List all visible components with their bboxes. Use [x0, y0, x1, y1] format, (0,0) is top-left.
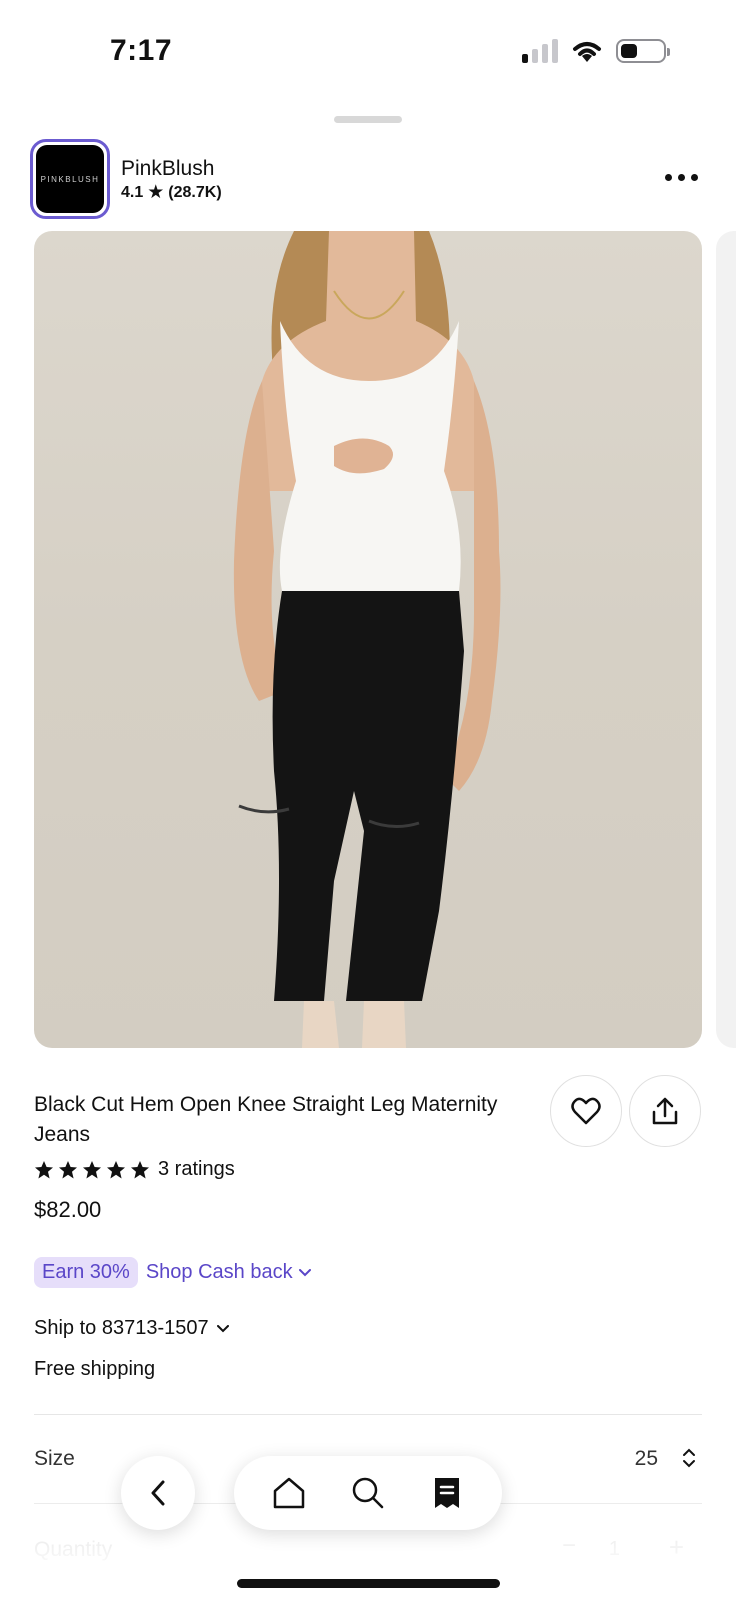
shop-cash-back-label: Shop Cash back — [145, 1261, 293, 1283]
divider — [34, 1414, 702, 1415]
home-icon — [274, 1477, 305, 1509]
home-indicator[interactable] — [237, 1579, 500, 1588]
shop-rating: 4.1 ★ (28.7K) — [121, 183, 222, 202]
rating-stars — [34, 1160, 150, 1180]
wifi-icon — [573, 42, 601, 62]
next-image-peek[interactable] — [716, 231, 736, 1048]
shop-logo[interactable]: PINKBLUSH — [30, 139, 110, 219]
nav-home[interactable] — [261, 1465, 317, 1521]
signal-icon — [522, 39, 558, 63]
ship-to-label: Ship to 83713-1507 — [34, 1317, 209, 1339]
favorite-button[interactable] — [550, 1075, 622, 1147]
cashback-row[interactable]: Earn 30% Shop Cash back — [34, 1257, 311, 1288]
battery-icon — [616, 39, 670, 63]
star-icon: ★ — [147, 182, 165, 203]
shop-rating-count: (28.7K) — [168, 183, 222, 201]
ship-to-selector[interactable]: Ship to 83713-1507 — [34, 1317, 229, 1340]
back-button[interactable] — [121, 1456, 195, 1530]
free-shipping-text: Free shipping — [34, 1358, 156, 1380]
star-icon — [83, 1160, 101, 1178]
star-icon — [107, 1160, 125, 1178]
sheet-grabber[interactable] — [334, 116, 402, 123]
more-dots-icon — [665, 174, 672, 181]
share-button[interactable] — [629, 1075, 701, 1147]
shop-name[interactable]: PinkBlush — [121, 157, 214, 181]
more-options-button[interactable] — [661, 170, 702, 185]
bottom-nav — [234, 1456, 502, 1530]
star-icon — [59, 1160, 77, 1178]
product-page: 7:17 PINKBLUSH PinkBlush 4.1 ★ (28.7K) B… — [0, 0, 736, 1600]
search-icon — [352, 1477, 384, 1509]
shop-logo-text: PINKBLUSH — [40, 174, 100, 184]
nav-orders[interactable] — [419, 1465, 475, 1521]
status-time: 7:17 — [110, 34, 173, 67]
product-photo — [233, 231, 501, 1048]
chevron-down-icon — [216, 1324, 229, 1332]
earn-badge: Earn 30% — [34, 1257, 138, 1288]
receipt-icon — [434, 1478, 459, 1508]
quantity-increment-button[interactable]: + — [669, 1532, 684, 1563]
star-icon — [131, 1160, 149, 1178]
quantity-label: Quantity — [34, 1538, 113, 1561]
shop-cash-back-link[interactable]: Shop Cash back — [146, 1261, 311, 1284]
ratings-count: 3 ratings — [158, 1158, 235, 1180]
product-title: Black Cut Hem Open Knee Straight Leg Mat… — [34, 1093, 498, 1146]
quantity-value: 1 — [608, 1538, 620, 1560]
share-icon — [652, 1097, 678, 1125]
chevron-down-icon — [298, 1268, 311, 1276]
star-icon — [35, 1160, 53, 1178]
heart-icon — [571, 1097, 601, 1125]
chevron-left-icon — [151, 1480, 165, 1506]
status-icons — [522, 38, 670, 64]
product-image[interactable] — [34, 231, 702, 1048]
product-price: $82.00 — [34, 1197, 102, 1222]
shop-rating-value: 4.1 — [121, 183, 144, 201]
quantity-decrement-button[interactable]: − — [562, 1532, 576, 1560]
product-rating[interactable]: 3 ratings — [34, 1158, 235, 1181]
nav-search[interactable] — [340, 1465, 396, 1521]
chevron-up-down-icon[interactable] — [682, 1447, 696, 1469]
size-value[interactable]: 25 — [635, 1447, 658, 1471]
size-label: Size — [34, 1447, 75, 1470]
